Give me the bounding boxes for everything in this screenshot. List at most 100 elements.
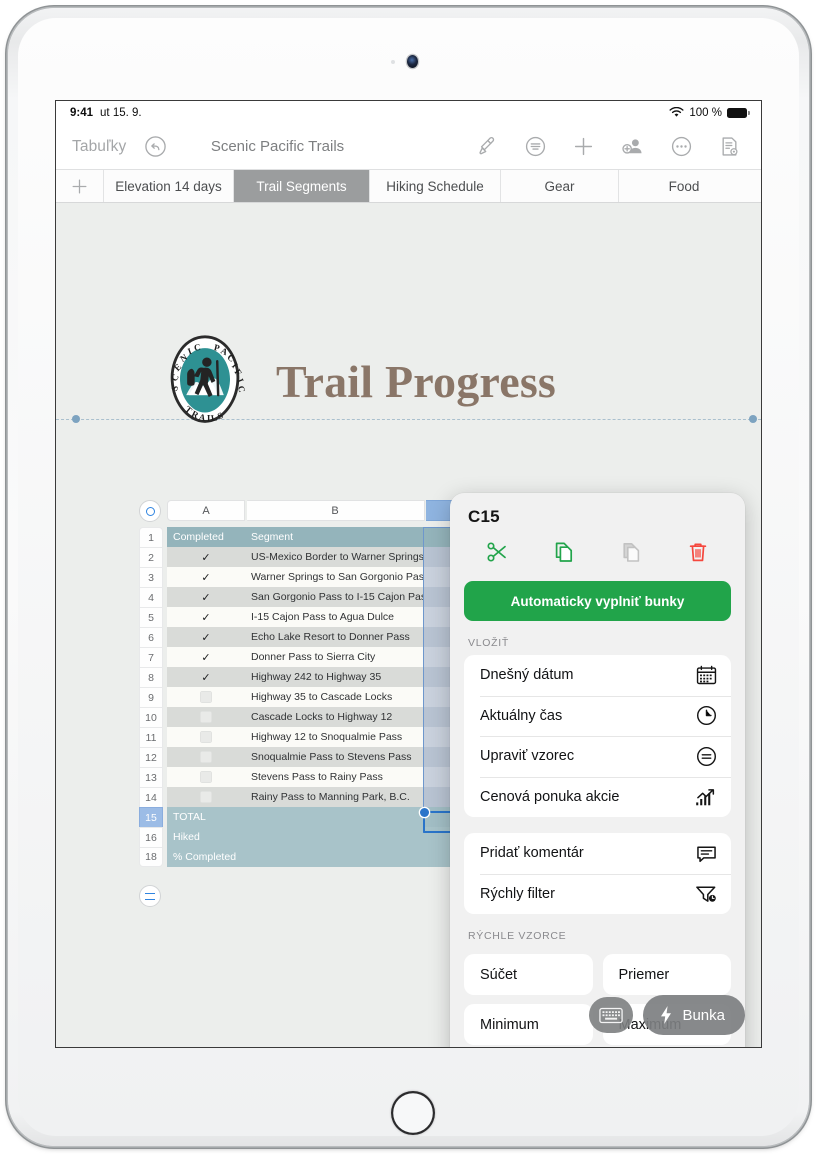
table-row[interactable]: ✓ Warner Springs to San Gorgonio Pass 10… bbox=[167, 567, 497, 587]
footer-label-total[interactable]: TOTAL bbox=[167, 807, 245, 827]
sheet-tab-gear[interactable]: Gear bbox=[501, 170, 619, 202]
selection-anchor-left[interactable] bbox=[72, 415, 80, 423]
formula-average-button[interactable]: Priemer bbox=[602, 954, 731, 995]
row-header[interactable]: 3 bbox=[139, 567, 163, 587]
copy-button[interactable] bbox=[531, 537, 598, 567]
cell-completed[interactable]: ✓ bbox=[167, 547, 245, 567]
plus-icon[interactable] bbox=[572, 135, 595, 158]
cell-segment[interactable]: Highway 35 to Cascade Locks bbox=[245, 687, 423, 707]
formula-sum-button[interactable]: Súčet bbox=[464, 954, 593, 995]
table-row[interactable]: Cascade Locks to Highway 12 148 bbox=[167, 707, 497, 727]
cell-completed[interactable]: ✓ bbox=[167, 647, 245, 667]
formula-minimum-button[interactable]: Minimum bbox=[464, 1004, 593, 1045]
cell-segment[interactable]: Echo Lake Resort to Donner Pass bbox=[245, 627, 423, 647]
insert-item-current-time[interactable]: Aktuálny čas bbox=[464, 695, 731, 737]
column-header-b[interactable]: B bbox=[246, 500, 425, 521]
row-header[interactable]: 4 bbox=[139, 587, 163, 607]
cell-completed[interactable] bbox=[167, 767, 245, 787]
cell-completed[interactable] bbox=[167, 787, 245, 807]
autofill-cells-button[interactable]: Automaticky vyplniť bunky bbox=[464, 581, 731, 621]
cell-completed[interactable] bbox=[167, 687, 245, 707]
row-header-selected[interactable]: 15 bbox=[139, 807, 163, 827]
insert-item-today-date[interactable]: Dnešný dátum bbox=[464, 655, 731, 696]
cell-completed[interactable]: ✓ bbox=[167, 607, 245, 627]
table-row[interactable]: Highway 35 to Cascade Locks 55 bbox=[167, 687, 497, 707]
insert-item-stock-quote[interactable]: Cenová ponuka akcie bbox=[464, 776, 731, 818]
cell-format-button[interactable]: Bunka bbox=[643, 995, 745, 1035]
row-header[interactable]: 13 bbox=[139, 767, 163, 787]
insert-object-icon[interactable] bbox=[524, 135, 547, 158]
table-row[interactable]: Snoqualmie Pass to Stevens Pass 74 bbox=[167, 747, 497, 767]
row-header[interactable]: 12 bbox=[139, 747, 163, 767]
table-row[interactable]: Stevens Pass to Rainy Pass 115 bbox=[167, 767, 497, 787]
plus-icon bbox=[72, 179, 87, 193]
cell-segment[interactable]: Warner Springs to San Gorgonio Pass bbox=[245, 567, 423, 587]
table-row[interactable]: ✓ Donner Pass to Sierra City 38 bbox=[167, 647, 497, 667]
sheet-tab-elevation-14-days[interactable]: Elevation 14 days bbox=[104, 170, 234, 202]
row-header[interactable]: 1 bbox=[139, 527, 163, 547]
row-header[interactable]: 5 bbox=[139, 607, 163, 627]
cell-completed[interactable]: ✓ bbox=[167, 667, 245, 687]
row-header[interactable]: 18 bbox=[139, 847, 163, 867]
home-button[interactable] bbox=[391, 1091, 435, 1135]
cell-segment[interactable]: Donner Pass to Sierra City bbox=[245, 647, 423, 667]
row-header[interactable]: 9 bbox=[139, 687, 163, 707]
sheet-tab-trail-segments[interactable]: Trail Segments bbox=[234, 170, 370, 202]
cell-segment[interactable]: Snoqualmie Pass to Stevens Pass bbox=[245, 747, 423, 767]
cell-completed[interactable]: ✓ bbox=[167, 587, 245, 607]
table-footer-row-pct-completed[interactable]: % Completed 54 % bbox=[167, 847, 497, 867]
header-cell-segment: Segment bbox=[245, 527, 423, 547]
row-header[interactable]: 7 bbox=[139, 647, 163, 667]
cell-completed[interactable]: ✓ bbox=[167, 627, 245, 647]
cell-segment[interactable]: I-15 Cajon Pass to Agua Dulce bbox=[245, 607, 423, 627]
cell-segment[interactable]: US-Mexico Border to Warner Springs bbox=[245, 547, 423, 567]
keyboard-button[interactable] bbox=[589, 997, 634, 1033]
table-row[interactable]: ✓ Echo Lake Resort to Donner Pass 65 bbox=[167, 627, 497, 647]
table-row[interactable]: ✓ US-Mexico Border to Warner Springs 110 bbox=[167, 547, 497, 567]
column-header-a[interactable]: A bbox=[167, 500, 245, 521]
cell-segment[interactable]: Cascade Locks to Highway 12 bbox=[245, 707, 423, 727]
delete-button[interactable] bbox=[664, 537, 731, 567]
table-footer-row-total[interactable]: TOTAL 1 225 bbox=[167, 807, 497, 827]
sheet-tab-hiking-schedule[interactable]: Hiking Schedule bbox=[370, 170, 501, 202]
cell-completed[interactable] bbox=[167, 707, 245, 727]
row-header[interactable]: 14 bbox=[139, 787, 163, 807]
cell-segment[interactable]: San Gorgonio Pass to I-15 Cajon Pass bbox=[245, 587, 423, 607]
row-header[interactable]: 8 bbox=[139, 667, 163, 687]
insert-item-edit-formula[interactable]: Upraviť vzorec bbox=[464, 736, 731, 777]
table-row[interactable]: ✓ I-15 Cajon Pass to Agua Dulce 112 bbox=[167, 607, 497, 627]
selection-anchor-right[interactable] bbox=[749, 415, 757, 423]
quick-filter-item[interactable]: Rýchly filter bbox=[464, 873, 731, 915]
cell-segment[interactable]: Highway 242 to Highway 35 bbox=[245, 667, 423, 687]
table-row[interactable]: Rainy Pass to Manning Park, B.C. 69 bbox=[167, 787, 497, 807]
back-to-spreadsheets-button[interactable]: Tabuľky bbox=[72, 138, 126, 156]
sheet-tab-food[interactable]: Food bbox=[619, 170, 749, 202]
table-row[interactable]: ✓ Highway 242 to Highway 35 108 bbox=[167, 667, 497, 687]
ellipsis-circle-icon[interactable] bbox=[670, 135, 693, 158]
row-header[interactable]: 6 bbox=[139, 627, 163, 647]
table-footer-row-hiked[interactable]: Hiked 666 bbox=[167, 827, 497, 847]
row-header[interactable]: 16 bbox=[139, 827, 163, 847]
cell-completed[interactable] bbox=[167, 747, 245, 767]
cell-segment[interactable]: Rainy Pass to Manning Park, B.C. bbox=[245, 787, 423, 807]
row-header[interactable]: 2 bbox=[139, 547, 163, 567]
add-person-icon[interactable] bbox=[620, 135, 645, 158]
row-header[interactable]: 10 bbox=[139, 707, 163, 727]
footer-label-pct-completed[interactable]: % Completed bbox=[167, 847, 245, 867]
row-header[interactable]: 11 bbox=[139, 727, 163, 747]
select-all-icon[interactable] bbox=[139, 500, 161, 522]
footer-label-hiked[interactable]: Hiked bbox=[167, 827, 245, 847]
cut-button[interactable] bbox=[464, 537, 531, 567]
cell-segment[interactable]: Stevens Pass to Rainy Pass bbox=[245, 767, 423, 787]
document-view-icon[interactable] bbox=[718, 135, 741, 158]
cell-completed[interactable] bbox=[167, 727, 245, 747]
undo-icon[interactable] bbox=[144, 135, 167, 158]
add-row-icon[interactable] bbox=[139, 885, 161, 907]
cell-segment[interactable]: Highway 12 to Snoqualmie Pass bbox=[245, 727, 423, 747]
table-row[interactable]: ✓ San Gorgonio Pass to I-15 Cajon Pass 1… bbox=[167, 587, 497, 607]
table-row[interactable]: Highway 12 to Snoqualmie Pass 98 bbox=[167, 727, 497, 747]
cell-completed[interactable]: ✓ bbox=[167, 567, 245, 587]
paintbrush-icon[interactable] bbox=[476, 135, 499, 158]
add-comment-item[interactable]: Pridať komentár bbox=[464, 833, 731, 874]
add-sheet-button[interactable] bbox=[56, 170, 104, 202]
